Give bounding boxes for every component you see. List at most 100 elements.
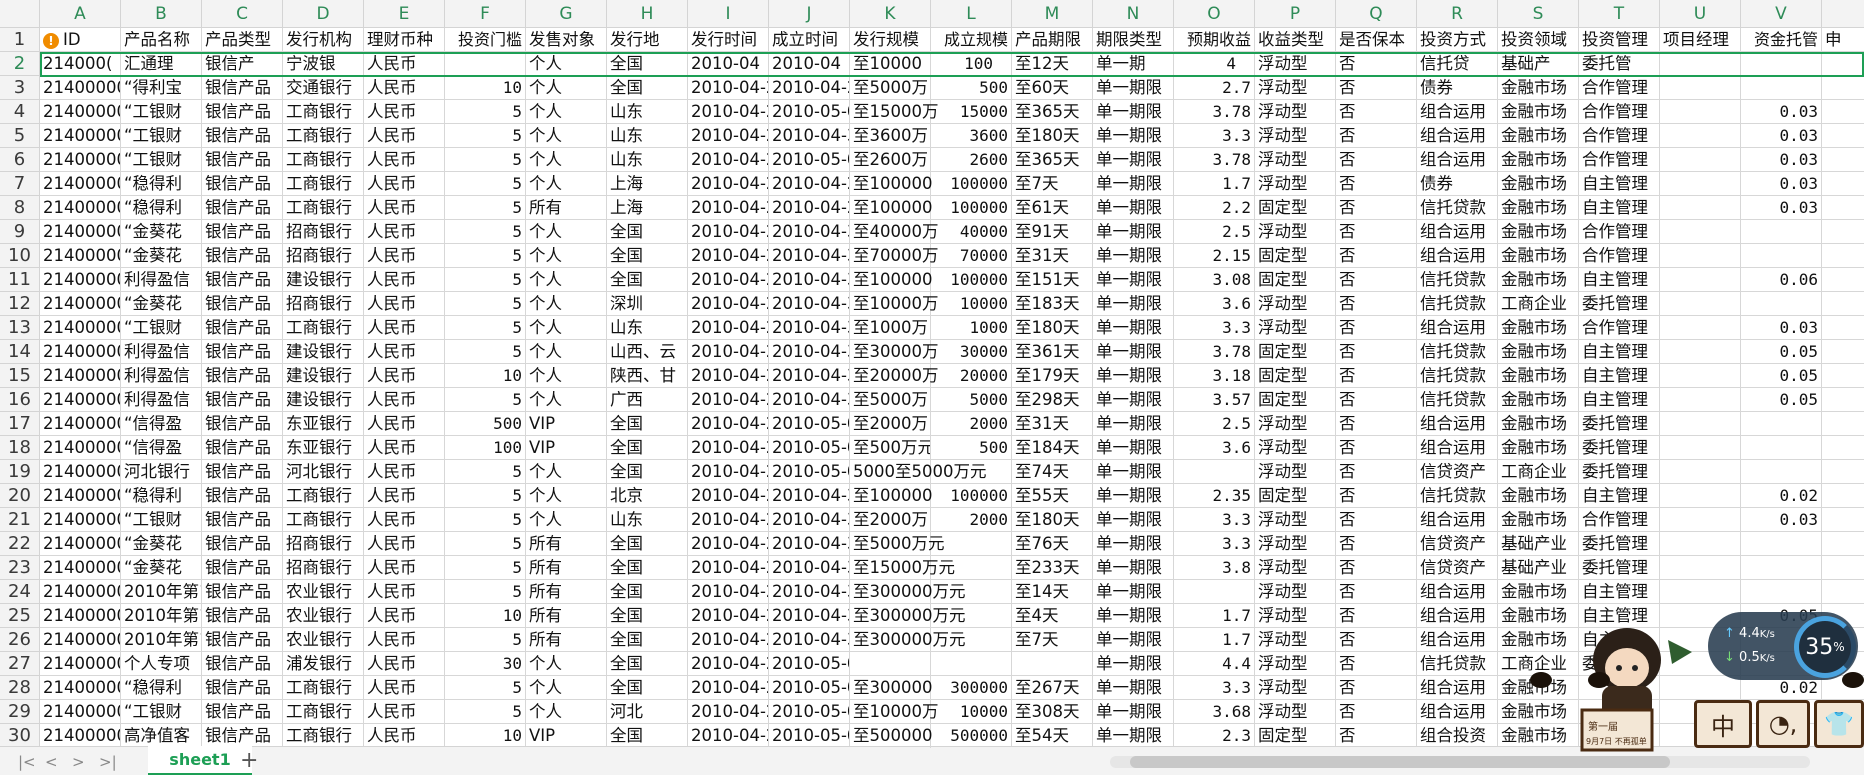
- row10-h-cell[interactable]: 全国: [607, 244, 688, 268]
- row10-t-cell[interactable]: 合作管理: [1579, 244, 1660, 268]
- row17-r-cell[interactable]: 组合运用: [1417, 412, 1498, 436]
- row26-h-cell[interactable]: 全国: [607, 628, 688, 652]
- row22-k-cell[interactable]: 至5000万元: [850, 532, 945, 556]
- filter-r-cell[interactable]: 信托贷: [1417, 52, 1498, 76]
- row22-o-cell[interactable]: 3.3: [1174, 532, 1255, 556]
- row9-m-cell[interactable]: 至91天: [1012, 220, 1093, 244]
- row26-p-cell[interactable]: 浮动型: [1255, 628, 1336, 652]
- row17-l-cell[interactable]: 2000: [931, 412, 1012, 436]
- row18-g-cell[interactable]: VIP: [526, 436, 607, 460]
- row22--cell[interactable]: [1822, 532, 1864, 556]
- row18-u-cell[interactable]: [1660, 436, 1741, 460]
- row11-b-cell[interactable]: 利得盈信: [121, 268, 202, 292]
- row23-v-cell[interactable]: [1741, 556, 1822, 580]
- row7-f-cell[interactable]: 5: [445, 172, 526, 196]
- filter-d-cell[interactable]: 宁波银: [283, 52, 364, 76]
- row10--cell[interactable]: [1822, 244, 1864, 268]
- row6-e-cell[interactable]: 人民币: [364, 148, 445, 172]
- row4-t-cell[interactable]: 合作管理: [1579, 100, 1660, 124]
- row27-a-cell[interactable]: 214000003: [40, 652, 121, 676]
- row30-m-cell[interactable]: 至54天: [1012, 724, 1093, 748]
- row19-d-cell[interactable]: 河北银行: [283, 460, 364, 484]
- row6-g-cell[interactable]: 个人: [526, 148, 607, 172]
- row26-g-cell[interactable]: 所有: [526, 628, 607, 652]
- row24-e-cell[interactable]: 人民币: [364, 580, 445, 604]
- prev-sheet-nav-icon[interactable]: <: [45, 753, 58, 771]
- row17-s-cell[interactable]: 金融市场: [1498, 412, 1579, 436]
- row22-r-cell[interactable]: 信贷资产: [1417, 532, 1498, 556]
- row30-a-cell[interactable]: 214000003: [40, 724, 121, 748]
- row16--cell[interactable]: [1822, 388, 1864, 412]
- row7-s-cell[interactable]: 金融市场: [1498, 172, 1579, 196]
- row15--cell[interactable]: [1822, 364, 1864, 388]
- row-header-27[interactable]: 27: [0, 652, 40, 676]
- row3-t-cell[interactable]: 合作管理: [1579, 76, 1660, 100]
- row23-m-cell[interactable]: 至233天: [1012, 556, 1093, 580]
- row18-e-cell[interactable]: 人民币: [364, 436, 445, 460]
- row29-d-cell[interactable]: 工商银行: [283, 700, 364, 724]
- row5--cell[interactable]: [1822, 124, 1864, 148]
- filter-b-cell[interactable]: 汇通理: [121, 52, 202, 76]
- row11-c-cell[interactable]: 银信产品: [202, 268, 283, 292]
- row21-g-cell[interactable]: 个人: [526, 508, 607, 532]
- row20-d-cell[interactable]: 工商银行: [283, 484, 364, 508]
- row28-c-cell[interactable]: 银信产品: [202, 676, 283, 700]
- row4-c-cell[interactable]: 银信产品: [202, 100, 283, 124]
- row26-k-cell[interactable]: 至300000万元: [850, 628, 966, 652]
- row11-i-cell[interactable]: 2010-04-2: [688, 268, 769, 292]
- row5-a-cell[interactable]: 214000003: [40, 124, 121, 148]
- row28-r-cell[interactable]: 组合运用: [1417, 676, 1498, 700]
- next-sheet-nav-icon[interactable]: >: [72, 753, 85, 771]
- row11-n-cell[interactable]: 单一期限: [1093, 268, 1174, 292]
- row-header-14[interactable]: 14: [0, 340, 40, 364]
- row26-d-cell[interactable]: 农业银行: [283, 628, 364, 652]
- filter-h-cell[interactable]: 全国: [607, 52, 688, 76]
- row-header-28[interactable]: 28: [0, 676, 40, 700]
- row20-c-cell[interactable]: 银信产品: [202, 484, 283, 508]
- row27-d-cell[interactable]: 浦发银行: [283, 652, 364, 676]
- row15-k-cell[interactable]: 至20000万: [850, 364, 939, 388]
- column-header-E[interactable]: E: [364, 0, 445, 28]
- row5-l-cell[interactable]: 3600: [931, 124, 1012, 148]
- row21-h-cell[interactable]: 山东: [607, 508, 688, 532]
- row4-m-cell[interactable]: 至365天: [1012, 100, 1093, 124]
- row17-m-cell[interactable]: 至31天: [1012, 412, 1093, 436]
- row21-r-cell[interactable]: 组合运用: [1417, 508, 1498, 532]
- row24-h-cell[interactable]: 全国: [607, 580, 688, 604]
- row-header-8[interactable]: 8: [0, 196, 40, 220]
- row25-p-cell[interactable]: 浮动型: [1255, 604, 1336, 628]
- row20-p-cell[interactable]: 固定型: [1255, 484, 1336, 508]
- row3-m-cell[interactable]: 至60天: [1012, 76, 1093, 100]
- row-header-23[interactable]: 23: [0, 556, 40, 580]
- row15-u-cell[interactable]: [1660, 364, 1741, 388]
- row23-i-cell[interactable]: 2010-04-2: [688, 556, 769, 580]
- row17-e-cell[interactable]: 人民币: [364, 412, 445, 436]
- row11-u-cell[interactable]: [1660, 268, 1741, 292]
- row10-r-cell[interactable]: 组合运用: [1417, 244, 1498, 268]
- row3-v-cell[interactable]: [1741, 76, 1822, 100]
- row6-q-cell[interactable]: 否: [1336, 148, 1417, 172]
- row10-j-cell[interactable]: 2010-04-3: [769, 244, 850, 268]
- row15-q-cell[interactable]: 否: [1336, 364, 1417, 388]
- row6-d-cell[interactable]: 工商银行: [283, 148, 364, 172]
- column-header-A[interactable]: A: [40, 0, 121, 28]
- row8-q-cell[interactable]: 否: [1336, 196, 1417, 220]
- header-l-cell[interactable]: 成立规模: [931, 28, 1012, 52]
- row29-p-cell[interactable]: 浮动型: [1255, 700, 1336, 724]
- row8-h-cell[interactable]: 上海: [607, 196, 688, 220]
- row9-s-cell[interactable]: 金融市场: [1498, 220, 1579, 244]
- row19-c-cell[interactable]: 银信产品: [202, 460, 283, 484]
- row11-g-cell[interactable]: 个人: [526, 268, 607, 292]
- row25-r-cell[interactable]: 组合运用: [1417, 604, 1498, 628]
- row16-t-cell[interactable]: 自主管理: [1579, 388, 1660, 412]
- filter--cell[interactable]: [1822, 52, 1864, 76]
- row28-q-cell[interactable]: 否: [1336, 676, 1417, 700]
- row5-s-cell[interactable]: 金融市场: [1498, 124, 1579, 148]
- row13-t-cell[interactable]: 合作管理: [1579, 316, 1660, 340]
- row17-t-cell[interactable]: 委托管理: [1579, 412, 1660, 436]
- row8-k-cell[interactable]: 至100000: [850, 196, 933, 220]
- row11-e-cell[interactable]: 人民币: [364, 268, 445, 292]
- row16-v-cell[interactable]: 0.05: [1741, 388, 1822, 412]
- row7-c-cell[interactable]: 银信产品: [202, 172, 283, 196]
- row4-k-cell[interactable]: 至15000万: [850, 100, 939, 124]
